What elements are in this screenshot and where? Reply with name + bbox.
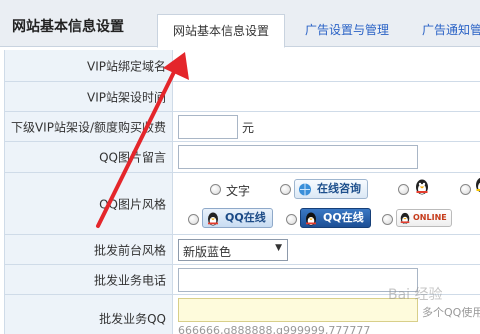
qq-style-radio-qq-online-light[interactable] <box>188 214 199 225</box>
row-qq-message: QQ图片留言 <box>5 142 480 173</box>
page-title: 网站基本信息设置 <box>12 19 124 35</box>
domain-label: VIP站绑定域名 <box>87 59 166 73</box>
front-style-select[interactable]: 新版蓝色 ▼ <box>178 239 288 261</box>
fee-input[interactable] <box>178 115 238 139</box>
qq-label: 批发业务QQ <box>99 312 166 326</box>
phone-input[interactable] <box>178 268 418 292</box>
qq-style-qq-online-dark-badge: QQ在线 <box>300 208 371 228</box>
globe-icon <box>299 183 311 196</box>
row-front-style: 批发前台风格 新版蓝色 ▼ <box>5 235 480 265</box>
qq-style-radio-online[interactable] <box>382 214 393 225</box>
qq-style-qq-online-light-badge: QQ在线 <box>202 208 273 228</box>
tab-ad-notice[interactable]: 广告通知管 <box>422 14 480 48</box>
setup-time-value <box>174 82 480 111</box>
setup-time-label: VIP站架设时间 <box>87 90 166 104</box>
qq-example: 666666,q888888,q999999,777777 <box>178 324 371 334</box>
qq-penguin-icon-3 <box>208 212 218 226</box>
qq-style-radio-penguin[interactable] <box>398 184 409 195</box>
qq-input[interactable] <box>178 298 418 322</box>
front-style-selected: 新版蓝色 <box>183 245 232 259</box>
qq-style-online-badge: ONLINE <box>396 209 452 227</box>
qq-message-label: QQ图片留言 <box>99 150 166 165</box>
tab-ad-settings[interactable]: 广告设置与管理 <box>305 14 405 48</box>
fee-label: 下级VIP站架设/额度购买收费 <box>10 120 166 134</box>
row-fee: 下级VIP站架设/额度购买收费 元 <box>5 112 480 142</box>
qq-style-text-label: 文字 <box>226 184 251 198</box>
watermark: Bai 经验 <box>388 287 443 303</box>
qq-penguin-icon-4 <box>306 212 316 226</box>
qq-style-radio-qq-online-dark[interactable] <box>286 214 297 225</box>
qq-style-consult-badge: 在线咨询 <box>294 179 368 199</box>
domain-value <box>174 50 480 81</box>
qq-message-input[interactable] <box>178 145 418 169</box>
qq-penguin-icon-2 <box>476 177 480 193</box>
row-setup-time: VIP站架设时间 <box>5 82 480 112</box>
row-domain: VIP站绑定域名 <box>5 50 480 82</box>
row-qq-style: QQ图片风格 文字 在线咨询 QQ在线 QQ在线 ONLINE <box>5 173 480 235</box>
front-style-label: 批发前台风格 <box>93 243 166 257</box>
phone-label: 批发业务电话 <box>93 273 166 287</box>
qq-penguin-icon <box>416 179 428 195</box>
qq-style-radio-consult[interactable] <box>280 184 291 195</box>
qq-style-label: QQ图片风格 <box>99 197 166 211</box>
fee-unit: 元 <box>242 121 255 135</box>
top-header: 网站基本信息设置 网站基本信息设置 广告设置与管理 广告通知管 <box>0 0 480 48</box>
chevron-down-icon: ▼ <box>275 243 282 253</box>
tab-basic-info[interactable]: 网站基本信息设置 <box>157 14 285 48</box>
qq-penguin-icon-5 <box>400 212 410 224</box>
qq-style-radio-text[interactable] <box>210 184 221 195</box>
qq-style-radio-penguin-2[interactable] <box>460 184 471 195</box>
